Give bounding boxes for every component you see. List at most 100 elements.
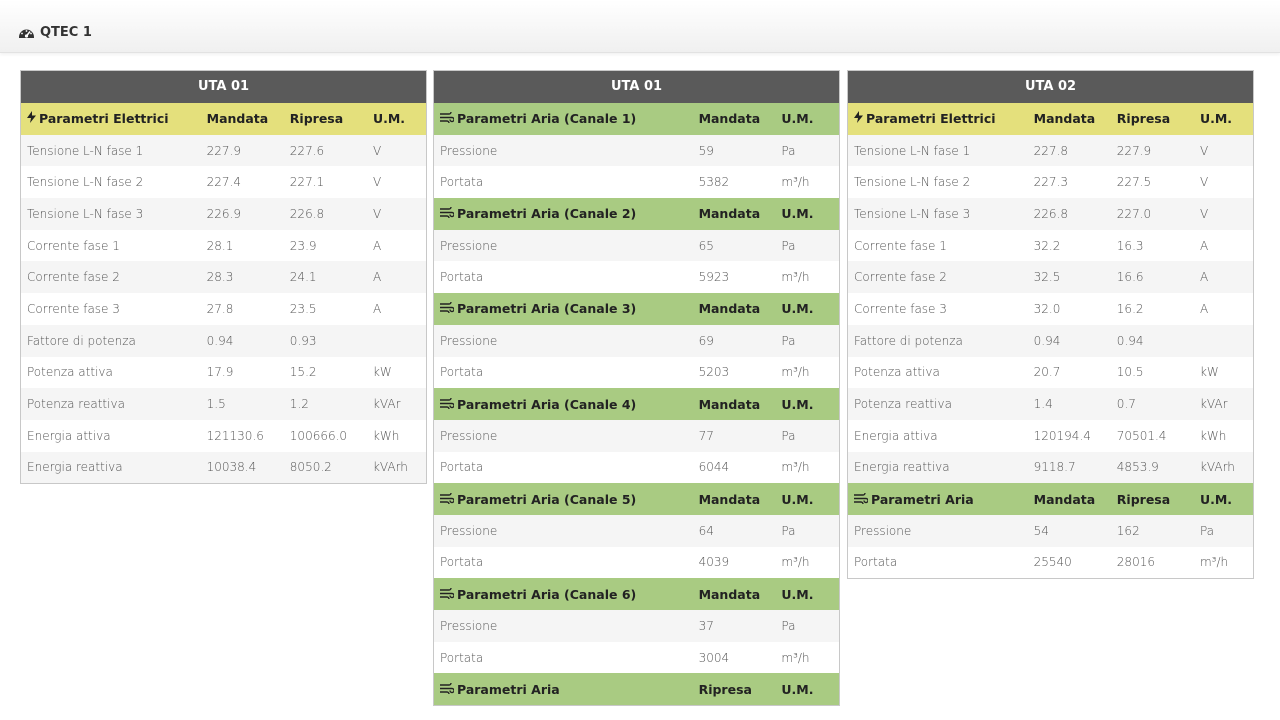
- param-label: Corrente fase 2: [854, 270, 947, 285]
- table-row: Portata 5382 m³/h: [434, 166, 839, 199]
- air-params-header: Parametri Aria (Canale 4) Mandata U.M.: [434, 388, 839, 420]
- param-label: Potenza attiva: [27, 365, 113, 380]
- panel-header: UTA 01: [434, 71, 839, 103]
- mandata-value: 64: [698, 523, 714, 538]
- table-row: Potenza attiva 17.9 15.2 kW: [21, 356, 426, 389]
- section-label: Parametri Aria: [871, 491, 974, 507]
- unit-value: kWh: [1199, 428, 1227, 443]
- section-label: Parametri Elettrici: [39, 111, 169, 127]
- param-label: Portata: [440, 175, 484, 190]
- table-row: Energia reattiva 10038.4 8050.2 kVArh: [21, 451, 426, 484]
- mandata-value: 37: [698, 618, 714, 633]
- ripresa-value: 162: [1116, 523, 1140, 538]
- section-label: Parametri Aria (Canale 2): [457, 206, 637, 222]
- section-label: Parametri Aria (Canale 1): [457, 111, 637, 127]
- param-label: Potenza reattiva: [27, 397, 125, 412]
- table-row: Pressione 64 Pa: [434, 514, 839, 547]
- mandata-value: 227.3: [1033, 175, 1068, 190]
- col-mandata: Ripresa: [698, 681, 752, 697]
- mandata-value: 32.5: [1033, 270, 1061, 285]
- ripresa-value: 0.93: [289, 333, 317, 348]
- ripresa-value: 0.94: [1116, 333, 1144, 348]
- table-row: Portata 5203 m³/h: [434, 356, 839, 389]
- ripresa-value: 70501.4: [1116, 428, 1167, 443]
- ripresa-value: 16.3: [1116, 238, 1144, 253]
- param-label: Corrente fase 3: [27, 301, 120, 316]
- dashboard-gauge-icon: [18, 26, 35, 39]
- table-row: Corrente fase 2 28.3 24.1 A: [21, 261, 426, 294]
- ripresa-value: 0.7: [1116, 397, 1136, 412]
- param-label: Pressione: [440, 238, 498, 253]
- bolt-icon: [27, 111, 36, 126]
- col-unit: U.M.: [781, 491, 814, 507]
- unit-value: kWh: [372, 428, 400, 443]
- unit-value: V: [372, 143, 382, 158]
- table-row: Corrente fase 2 32.5 16.6 A: [848, 261, 1253, 294]
- mandata-value: 226.9: [206, 206, 241, 221]
- param-label: Pressione: [440, 428, 498, 443]
- table-row: Tensione L-N fase 3 226.9 226.8 V: [21, 198, 426, 230]
- table-row: Portata 25540 28016 m³/h: [848, 546, 1253, 579]
- unit-value: V: [1199, 143, 1209, 158]
- param-label: Fattore di potenza: [27, 333, 136, 348]
- ripresa-value: 4853.9: [1116, 460, 1159, 475]
- col-mandata: Mandata: [698, 586, 761, 602]
- table-row: Pressione 77 Pa: [434, 419, 839, 452]
- table-row: Tensione L-N fase 2 227.4 227.1 V: [21, 166, 426, 199]
- table-row: Energia attiva 121130.6 100666.0 kWh: [21, 419, 426, 452]
- mandata-value: 5203: [698, 365, 730, 380]
- col-unit: U.M.: [372, 111, 406, 127]
- air-flow-icon: [440, 586, 455, 602]
- table-row: Potenza reattiva 1.4 0.7 kVAr: [848, 388, 1253, 420]
- param-label: Pressione: [440, 523, 498, 538]
- air-flow-icon: [440, 491, 455, 507]
- mandata-value: 227.4: [206, 175, 241, 190]
- section-label: Parametri Aria (Canale 6): [457, 586, 637, 602]
- air-params-header: Parametri Aria (Canale 6) Mandata U.M.: [434, 578, 839, 610]
- unit-value: A: [1199, 301, 1209, 316]
- param-label: Energia attiva: [27, 428, 111, 443]
- panel-header: UTA 02: [848, 71, 1253, 103]
- unit-value: kVArh: [1199, 460, 1235, 475]
- unit-value: Pa: [1199, 523, 1215, 538]
- unit-value: Pa: [781, 618, 796, 633]
- mandata-value: 5382: [698, 175, 730, 190]
- mandata-value: 1.5: [206, 397, 226, 412]
- unit-value: Pa: [781, 143, 796, 158]
- mandata-value: 226.8: [1033, 206, 1068, 221]
- unit-value: m³/h: [781, 650, 810, 665]
- unit-value: m³/h: [1199, 555, 1229, 570]
- param-label: Portata: [440, 650, 484, 665]
- mandata-value: 3004: [698, 650, 730, 665]
- table-row: Pressione 37 Pa: [434, 610, 839, 642]
- ripresa-value: 226.8: [289, 206, 325, 221]
- col-unit: U.M.: [781, 681, 814, 697]
- col-unit: U.M.: [1199, 491, 1233, 507]
- section-label: Parametri Elettrici: [866, 111, 996, 127]
- ripresa-value: 8050.2: [289, 460, 332, 475]
- table-row: Tensione L-N fase 1 227.8 227.9 V: [848, 134, 1253, 167]
- air-params-header: Parametri Aria Ripresa U.M.: [434, 673, 839, 706]
- table-row: Fattore di potenza 0.94 0.93: [21, 324, 426, 357]
- ripresa-value: 16.6: [1116, 270, 1144, 285]
- table-row: Tensione L-N fase 1 227.9 227.6 V: [21, 134, 426, 167]
- uta-02-panel: UTA 02 Parametri Elettrici Mandata Ripre…: [847, 70, 1254, 580]
- col-ripresa: Ripresa: [1116, 111, 1171, 127]
- air-flow-icon: [440, 301, 455, 317]
- ripresa-value: 23.9: [289, 238, 317, 253]
- mandata-value: 32.2: [1033, 238, 1061, 253]
- unit-value: m³/h: [781, 270, 810, 285]
- page-title: QTEC 1: [18, 22, 92, 42]
- ripresa-value: 15.2: [289, 365, 317, 380]
- param-label: Portata: [440, 555, 484, 570]
- param-label: Tensione L-N fase 2: [27, 175, 144, 190]
- unit-value: Pa: [781, 523, 796, 538]
- section-title: Parametri Aria (Canale 5): [434, 491, 693, 507]
- param-label: Tensione L-N fase 1: [27, 143, 144, 158]
- section-title: Parametri Aria (Canale 2): [434, 206, 693, 221]
- mandata-value: 227.9: [206, 143, 241, 158]
- param-label: Portata: [440, 365, 484, 380]
- table-row: Energia attiva 120194.4 70501.4 kWh: [848, 419, 1253, 452]
- unit-value: m³/h: [781, 175, 810, 190]
- param-label: Potenza attiva: [854, 365, 940, 380]
